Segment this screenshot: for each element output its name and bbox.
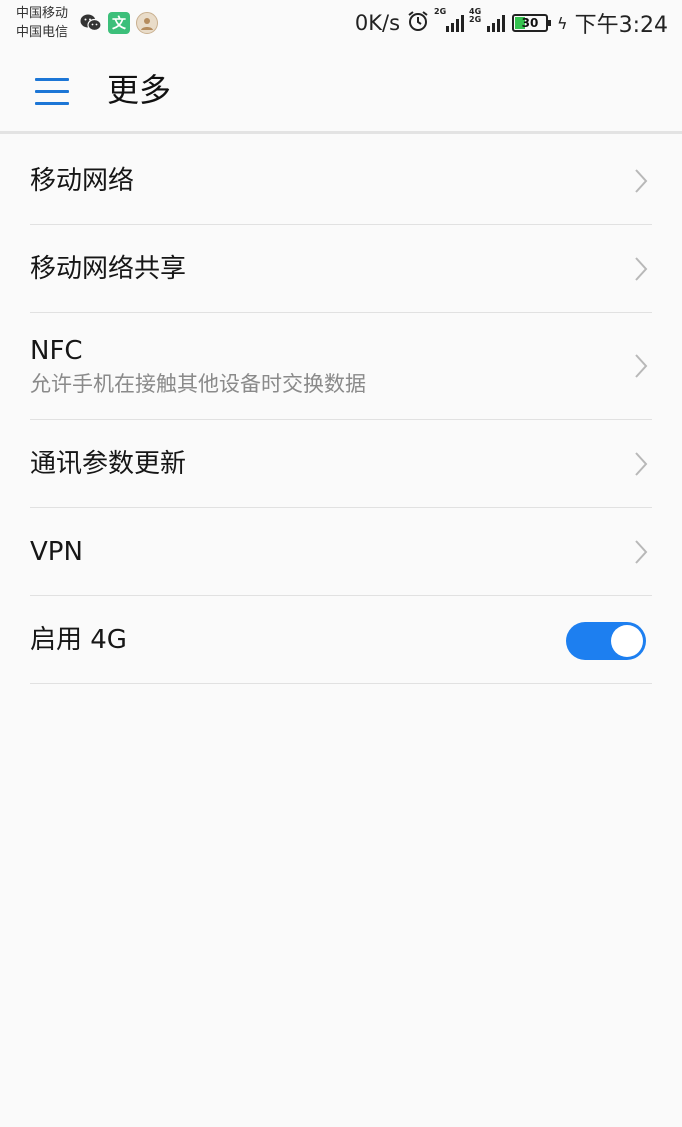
- alarm-icon: [407, 10, 429, 37]
- signal-1-tag: 2G: [434, 7, 447, 16]
- page-title: 更多: [107, 71, 172, 109]
- charging-bolt-icon: ϟ: [557, 13, 568, 33]
- hamburger-menu-icon[interactable]: [28, 70, 76, 112]
- list-item-subtitle: 允许手机在接触其他设备时交换数据: [30, 372, 366, 396]
- chevron-right-icon: [635, 354, 648, 378]
- signal-2-icon: 4G 2G: [469, 8, 506, 32]
- notification-icons: 文: [80, 12, 158, 34]
- list-item-carrier-params-update[interactable]: 通讯参数更新: [30, 420, 652, 508]
- wechat-icon: [80, 12, 102, 34]
- avatar-app-icon: [136, 12, 158, 34]
- list-item-title: 移动网络: [30, 166, 135, 196]
- toggle-knob: [611, 625, 643, 657]
- carrier-1-label: 中国移动: [16, 6, 69, 21]
- list-item-enable-4g: 启用 4G: [30, 596, 652, 684]
- carrier-labels: 中国移动 中国电信: [16, 4, 68, 42]
- settings-list: 移动网络 移动网络共享 NFC 允许手机在接触其他设备时交换数据 通讯参数更新 …: [30, 137, 652, 684]
- carrier-2-label: 中国电信: [16, 25, 69, 40]
- list-item-title: 移动网络共享: [30, 254, 187, 284]
- network-speed: 0K/s: [354, 11, 401, 35]
- list-item-title: NFC: [30, 336, 83, 366]
- signal-2-tag: 4G 2G: [469, 7, 482, 24]
- chevron-right-icon: [635, 256, 648, 281]
- clock: 下午3:24: [574, 13, 668, 38]
- enable-4g-toggle[interactable]: [566, 622, 646, 660]
- list-item-mobile-network[interactable]: 移动网络: [30, 137, 652, 225]
- list-item-vpn[interactable]: VPN: [30, 508, 652, 596]
- chevron-right-icon: [635, 168, 648, 193]
- list-item-tethering[interactable]: 移动网络共享: [30, 225, 652, 313]
- signal-1-icon: 2G: [434, 8, 465, 32]
- list-item-nfc[interactable]: NFC 允许手机在接触其他设备时交换数据: [30, 313, 652, 420]
- status-bar: 中国移动 中国电信 文 0K/s 2G 4G 2G 30 ϟ 下午3:24: [0, 0, 682, 46]
- list-item-title: VPN: [30, 537, 83, 567]
- status-right: 0K/s 2G 4G 2G 30 ϟ 下午3:24: [354, 8, 668, 39]
- chevron-right-icon: [635, 451, 648, 476]
- list-item-title: 启用 4G: [30, 625, 127, 655]
- battery-icon: 30: [512, 14, 552, 32]
- app-bar: 更多: [0, 46, 682, 134]
- chevron-right-icon: [635, 539, 648, 564]
- battery-level: 30: [521, 16, 539, 30]
- list-item-title: 通讯参数更新: [30, 449, 187, 479]
- wen-app-icon: 文: [108, 12, 130, 34]
